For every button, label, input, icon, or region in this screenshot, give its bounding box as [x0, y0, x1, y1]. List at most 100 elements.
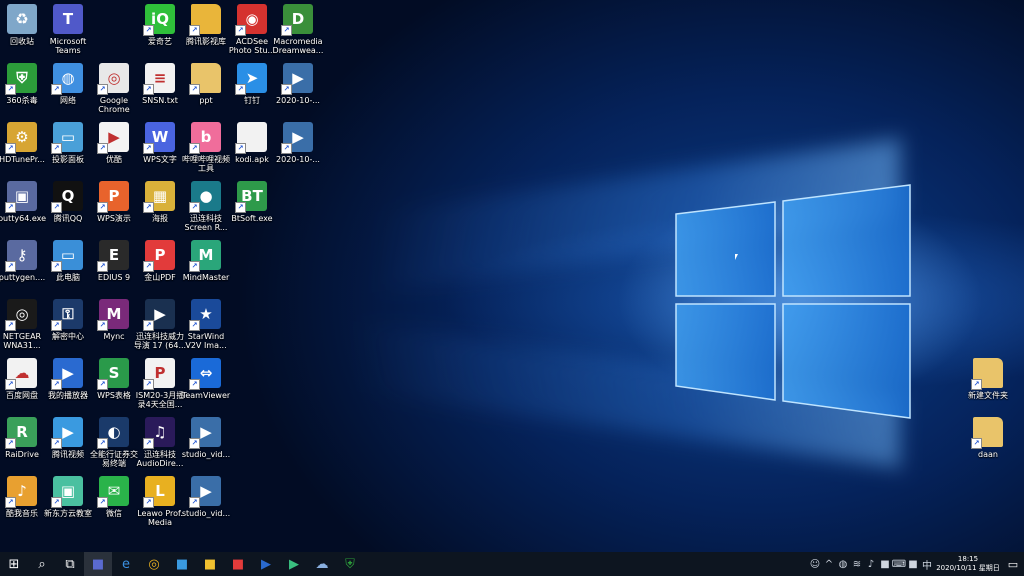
desktop-icon-label: 金山PDF: [144, 273, 176, 282]
leawo-icon: L: [143, 476, 175, 508]
projector-icon: ▭: [51, 122, 83, 154]
folder-icon: [189, 4, 221, 36]
desktop-icon-label: 360杀毒: [6, 96, 38, 105]
mindmaster-icon: M: [189, 240, 221, 272]
shield-icon: ⛨: [5, 63, 37, 95]
search-icon[interactable]: ⌕: [28, 552, 56, 576]
desktop-icon-label: Google Chrome: [98, 96, 130, 114]
desktop-icon-label: studio_vid...: [181, 509, 231, 518]
notification-icon[interactable]: ▭: [1002, 552, 1024, 576]
desktop-icon-label: EDIUS 9: [97, 273, 131, 282]
video-file-icon: ▶: [189, 476, 221, 508]
desktop-icon-label: 腾讯QQ: [53, 214, 83, 223]
desktop-icon-label: 优酷: [106, 155, 122, 164]
wps-writer-icon: W: [143, 122, 175, 154]
tray-app-icon[interactable]: ■: [878, 552, 892, 576]
volume-icon[interactable]: ♪: [864, 552, 878, 576]
dreamweaver-icon: D: [281, 4, 313, 36]
desktop-icon[interactable]: DMacromedia Dreamwea...: [271, 4, 325, 55]
desktop-icon-label: 2020-10-...: [276, 96, 320, 105]
desktop-icon-label: ISM20-3月播 录4天全国...: [135, 391, 185, 409]
raidrive-icon: R: [5, 417, 37, 449]
desktop-icon-label: 此电脑: [56, 273, 80, 282]
kuwo-icon: ♪: [5, 476, 37, 508]
desktop-icon-label: MindMaster: [182, 273, 230, 282]
clock[interactable]: 18:15 2020/10/11 星期日: [934, 555, 1002, 573]
start-windows-icon[interactable]: ⊞: [0, 552, 28, 576]
baidu-netdisk-icon: ☁: [5, 358, 37, 390]
tencent-video-icon[interactable]: ▶: [280, 552, 308, 576]
person-icon[interactable]: ☺: [808, 552, 822, 576]
folder-icon: [189, 63, 221, 95]
teamviewer-icon: ⇔: [189, 358, 221, 390]
desktop-icon-label: 爱奇艺: [148, 37, 172, 46]
taskbar-app-icon[interactable]: ■: [224, 552, 252, 576]
chrome-icon: ◎: [97, 63, 129, 95]
iqiyi-icon: iQ: [143, 4, 175, 36]
classroom-icon: ▣: [51, 476, 83, 508]
desktop-icon-label: StarWind V2V Ima...: [185, 332, 227, 350]
acdsee-icon: ◉: [235, 4, 267, 36]
desktop-icon[interactable]: ▶studio_vid...: [179, 417, 233, 459]
pdf-icon: P: [143, 240, 175, 272]
tray-app-icon[interactable]: ■: [906, 552, 920, 576]
edge-icon[interactable]: e: [112, 552, 140, 576]
network-icon[interactable]: ◍: [836, 552, 850, 576]
archive-icon: ▦: [143, 181, 175, 213]
desktop-icon[interactable]: ▶studio_vid...: [179, 476, 233, 518]
desktop-icon[interactable]: ⇔TeamViewer: [179, 358, 233, 400]
taskbar-app-icon[interactable]: ■: [84, 552, 112, 576]
player-icon[interactable]: ▶: [252, 552, 280, 576]
desktop-icon-label: 迅连科技 AudioDire...: [136, 450, 184, 468]
powerdirector-icon: ▶: [143, 299, 175, 331]
taskbar: ⊞ ⌕ ⧉ ■ e ◎ ■ ■ ■ ▶ ▶ ☁ ⛨ ☺ ^ ◍ ≋ ♪ ■ ⌨ ■ 中 18:15 2020/10/11…: [0, 552, 1024, 576]
desktop-icon[interactable]: ▶2020-10-...: [271, 63, 325, 105]
desktop-icon[interactable]: MMindMaster: [179, 240, 233, 282]
desktop-icon-label: kodi.apk: [235, 155, 269, 164]
chevron-up-icon[interactable]: ^: [822, 552, 836, 576]
desktop-icon-label: 新建文件夹: [968, 391, 1008, 400]
qq-icon: Q: [51, 181, 83, 213]
clock-date: 2020/10/11 星期日: [936, 564, 1000, 572]
shield-icon[interactable]: ⛨: [336, 552, 364, 576]
computer-icon: ▭: [51, 240, 83, 272]
screen-recorder-icon: ●: [189, 181, 221, 213]
desktop-icon-label: 百度网盘: [6, 391, 38, 400]
video-file-icon: ▶: [281, 122, 313, 154]
desktop-icon[interactable]: daan: [961, 417, 1015, 459]
wifi-icon[interactable]: ≋: [850, 552, 864, 576]
desktop-icon-label: WPS表格: [97, 391, 131, 400]
task-view-icon[interactable]: ⧉: [56, 552, 84, 576]
youku-icon: ▶: [97, 122, 129, 154]
desktop-icon-label: 钉钉: [244, 96, 260, 105]
baidu-netdisk-icon[interactable]: ☁: [308, 552, 336, 576]
desktop-icon-label: ACDSee Photo Stu...: [228, 37, 276, 55]
puttygen-icon: ⚷: [5, 240, 37, 272]
desktop-icon[interactable]: 新建文件夹: [961, 358, 1015, 400]
taskbar-app-icon[interactable]: ■: [196, 552, 224, 576]
desktop-icon-label: 回收站: [10, 37, 34, 46]
desktop-icon-label: studio_vid...: [181, 450, 231, 459]
keyboard-icon[interactable]: ⌨: [892, 552, 906, 576]
chrome-icon[interactable]: ◎: [140, 552, 168, 576]
network-icon: ◍: [51, 63, 83, 95]
starwind-icon: ★: [189, 299, 221, 331]
desktop-icon[interactable]: T Microsoft Teams: [41, 4, 95, 55]
edius-icon: E: [97, 240, 129, 272]
bilibili-icon: b: [189, 122, 221, 154]
desktop-icon-label: HDTunePr...: [0, 155, 45, 164]
desktop-icon-label: 腾讯视频: [52, 450, 84, 459]
desktop-icon[interactable]: BTBtSoft.exe: [225, 181, 279, 223]
desktop-icon-label: 迅连科技 Screen R...: [184, 214, 228, 232]
desktop-icon-label: 2020-10-...: [276, 155, 320, 164]
desktop[interactable]: ♻ 回收站 T Microsoft Teams iQ爱奇艺 腾讯影视库 ◉ACDSee Ph…: [0, 0, 1024, 552]
mync-icon: M: [97, 299, 129, 331]
ime-icon[interactable]: 中: [920, 552, 934, 576]
taskbar-app-icon[interactable]: ■: [168, 552, 196, 576]
desktop-icon[interactable]: ▶2020-10-...: [271, 122, 325, 164]
desktop-icon-label: ppt: [199, 96, 213, 105]
tencent-video-icon: ▶: [51, 417, 83, 449]
wps-spreadsheet-icon: S: [97, 358, 129, 390]
desktop-icon[interactable]: ★StarWind V2V Ima...: [179, 299, 233, 350]
desktop-icon-label: 腾讯影视库: [186, 37, 226, 46]
